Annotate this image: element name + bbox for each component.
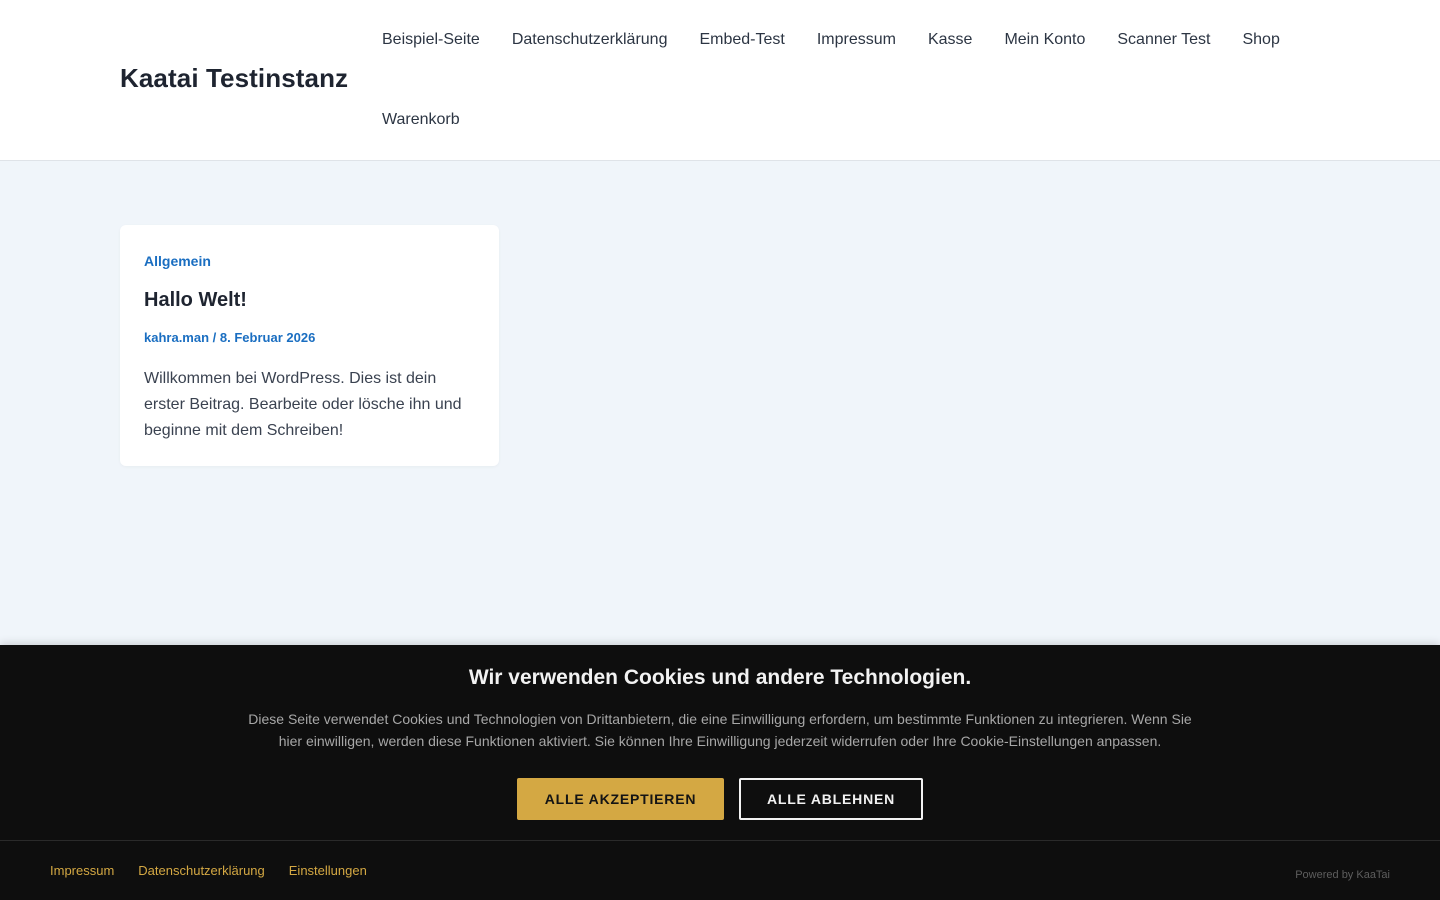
nav-item: Datenschutzerklärung xyxy=(496,0,684,80)
accept-all-button[interactable]: ALLE AKZEPTIEREN xyxy=(517,778,724,820)
nav-item: Impressum xyxy=(801,0,912,80)
post-author-link[interactable]: kahra.man xyxy=(144,330,209,345)
cookie-footer-links: Impressum Datenschutzerklärung Einstellu… xyxy=(50,863,367,878)
nav-item: Kasse xyxy=(912,0,988,80)
nav-item: Beispiel-Seite xyxy=(366,0,496,80)
post-title-link[interactable]: Hallo Welt! xyxy=(144,289,247,311)
nav-link-mein-konto[interactable]: Mein Konto xyxy=(988,31,1101,49)
main-content: Allgemein Hallo Welt! kahra.man / 8. Feb… xyxy=(0,161,1440,645)
cookie-banner-footer: Impressum Datenschutzerklärung Einstellu… xyxy=(0,840,1440,900)
reject-all-button[interactable]: ALLE ABLEHNEN xyxy=(739,778,923,820)
cookie-button-row: ALLE AKZEPTIEREN ALLE ABLEHNEN xyxy=(0,778,1440,820)
post-date-link[interactable]: 8. Februar 2026 xyxy=(220,330,315,345)
nav-link-kasse[interactable]: Kasse xyxy=(912,31,988,49)
post-excerpt: Willkommen bei WordPress. Dies ist dein … xyxy=(144,370,462,439)
nav-link-embed-test[interactable]: Embed-Test xyxy=(683,31,800,49)
site-header: Kaatai Testinstanz Beispiel-Seite Datens… xyxy=(0,0,1440,161)
primary-navigation: Beispiel-Seite Datenschutzerklärung Embe… xyxy=(366,0,1326,160)
cookie-banner-title: Wir verwenden Cookies und andere Technol… xyxy=(468,666,972,689)
nav-link-impressum[interactable]: Impressum xyxy=(801,31,912,49)
post-card: Allgemein Hallo Welt! kahra.man / 8. Feb… xyxy=(120,225,499,466)
nav-link-datenschutzerklaerung[interactable]: Datenschutzerklärung xyxy=(496,31,684,49)
post-meta: kahra.man / 8. Februar 2026 xyxy=(144,330,475,345)
cookie-footer-link-datenschutz[interactable]: Datenschutzerklärung xyxy=(138,863,264,878)
cookie-footer-link-impressum[interactable]: Impressum xyxy=(50,863,114,878)
nav-item: Shop xyxy=(1226,0,1295,80)
powered-by-text: Powered by KaaTai xyxy=(1295,869,1390,881)
cookie-banner-text: Diese Seite verwendet Cookies und Techno… xyxy=(248,711,1192,749)
nav-item: Scanner Test xyxy=(1101,0,1226,80)
cookie-footer-link-einstellungen[interactable]: Einstellungen xyxy=(289,863,367,878)
nav-item: Mein Konto xyxy=(988,0,1101,80)
cookie-banner: Wir verwenden Cookies und andere Technol… xyxy=(0,645,1440,900)
site-title[interactable]: Kaatai Testinstanz xyxy=(120,63,348,94)
post-meta-separator: / xyxy=(212,330,220,345)
nav-link-beispiel-seite[interactable]: Beispiel-Seite xyxy=(366,31,496,49)
nav-link-shop[interactable]: Shop xyxy=(1226,31,1295,49)
nav-link-scanner-test[interactable]: Scanner Test xyxy=(1101,31,1226,49)
nav-item: Warenkorb xyxy=(366,80,476,160)
nav-link-warenkorb[interactable]: Warenkorb xyxy=(366,111,476,129)
post-category-link[interactable]: Allgemein xyxy=(144,253,475,269)
post-title: Hallo Welt! xyxy=(144,289,475,312)
nav-item: Embed-Test xyxy=(683,0,800,80)
